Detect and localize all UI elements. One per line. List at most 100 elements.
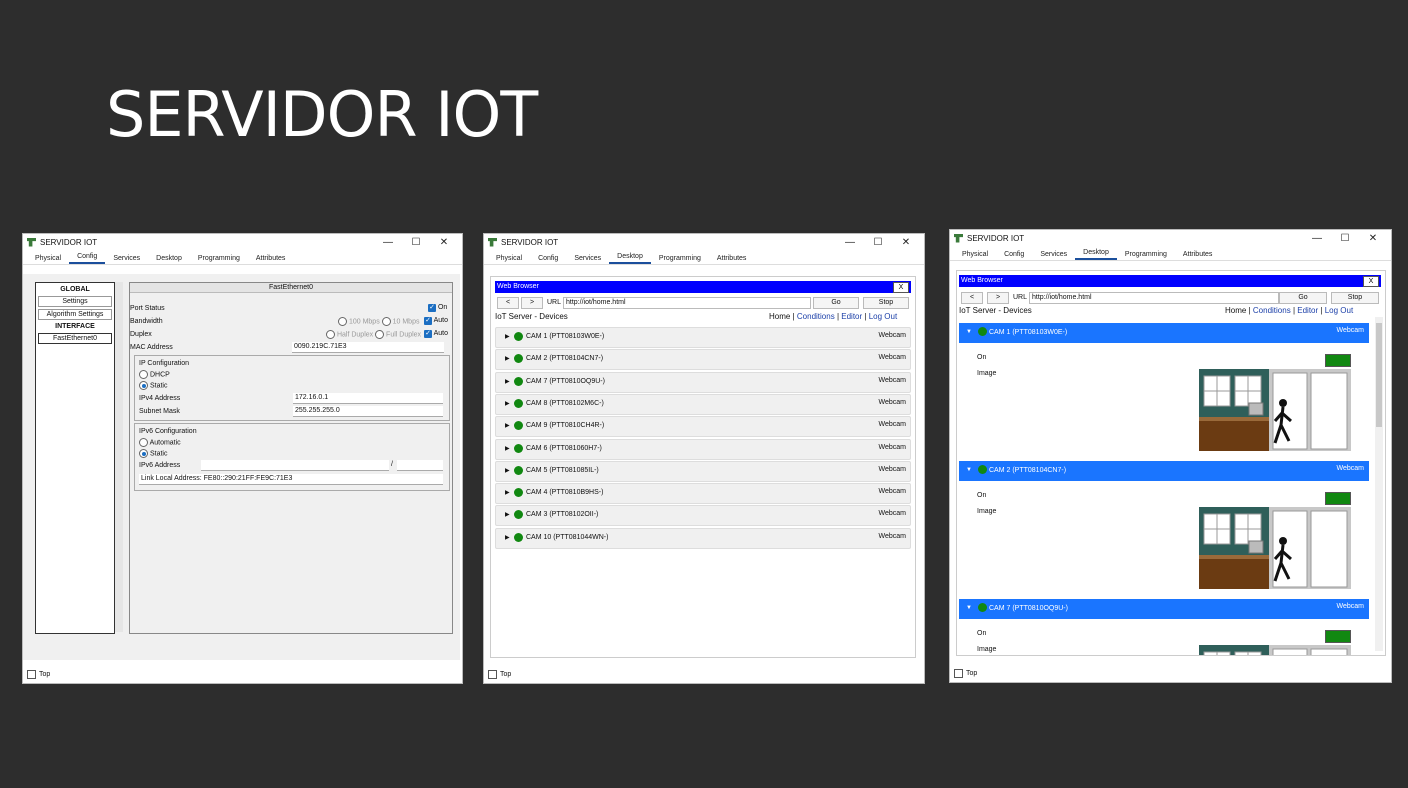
maximize-icon[interactable]: ☐ — [402, 237, 430, 248]
ipv6-automatic-radio[interactable]: Automatic — [139, 438, 181, 447]
expand-arrow-icon[interactable]: ▶ — [505, 400, 510, 407]
stop-button[interactable]: Stop — [863, 297, 909, 309]
expand-arrow-icon[interactable]: ▶ — [505, 534, 510, 541]
camera-name: CAM 9 (PTT0810CH4R-) — [526, 422, 605, 430]
tab-attributes[interactable]: Attributes — [1175, 251, 1221, 260]
go-button[interactable]: Go — [813, 297, 859, 309]
stop-button[interactable]: Stop — [1331, 292, 1379, 304]
mac-field[interactable]: 0090.219C.71E3 — [292, 342, 444, 353]
camera-row[interactable]: ▶ CAM 10 (PTT081044WN-) Webcam — [495, 527, 911, 549]
ipv6-address-field[interactable] — [201, 460, 389, 471]
minimize-icon[interactable]: — — [374, 237, 402, 248]
tab-attributes[interactable]: Attributes — [709, 255, 755, 264]
port-status-checkbox[interactable]: ✓ On — [428, 304, 447, 312]
camera-row[interactable]: ▶ CAM 9 (PTT0810CH4R-) Webcam — [495, 416, 911, 438]
expand-arrow-icon[interactable]: ▶ — [505, 511, 510, 518]
tab-config[interactable]: Config — [530, 255, 566, 264]
scrollbar-thumb[interactable] — [1376, 323, 1382, 427]
expand-arrow-icon[interactable]: ▶ — [505, 445, 510, 452]
tab-desktop[interactable]: Desktop — [148, 255, 190, 264]
tab-programming[interactable]: Programming — [651, 255, 709, 264]
minimize-icon[interactable]: — — [1303, 233, 1331, 244]
nav-logout[interactable]: Log Out — [869, 312, 897, 321]
camera-row[interactable]: ▶ CAM 7 (PTT0810OQ9U-) Webcam — [495, 371, 911, 393]
tree-algorithm-settings[interactable]: Algorithm Settings — [38, 309, 112, 320]
url-label: URL — [1013, 294, 1028, 301]
close-icon[interactable]: ✕ — [892, 237, 920, 248]
tab-programming[interactable]: Programming — [190, 255, 248, 264]
collapse-arrow-icon[interactable]: ▼ — [966, 329, 972, 335]
tree-fastethernet0[interactable]: FastEthernet0 — [38, 333, 112, 344]
tab-attributes[interactable]: Attributes — [248, 255, 294, 264]
tree-settings[interactable]: Settings — [38, 296, 112, 307]
tree-scrollbar[interactable] — [115, 282, 123, 632]
subnet-mask-field[interactable]: 255.255.255.0 — [293, 406, 443, 417]
camera-header[interactable]: ▼ CAM 7 (PTT0810OQ9U-) Webcam — [959, 599, 1369, 619]
camera-detail: On Image — [959, 481, 1369, 597]
expand-arrow-icon[interactable]: ▶ — [505, 489, 510, 496]
camera-row[interactable]: ▶ CAM 5 (PTT081085IL-) Webcam — [495, 460, 911, 482]
page-scrollbar[interactable] — [1375, 317, 1383, 651]
camera-header[interactable]: ▼ CAM 2 (PTT08104CN7-) Webcam — [959, 461, 1369, 481]
camera-row[interactable]: ▶ CAM 8 (PTT08102M6C-) Webcam — [495, 393, 911, 415]
tab-config[interactable]: Config — [996, 251, 1032, 260]
back-button[interactable]: < — [961, 292, 983, 304]
ipv6-static-radio[interactable]: Static — [139, 449, 167, 458]
nav-conditions[interactable]: Conditions — [797, 312, 835, 321]
top-checkbox[interactable]: Top — [488, 670, 511, 679]
tab-services[interactable]: Services — [566, 255, 609, 264]
camera-row[interactable]: ▶ CAM 2 (PTT08104CN7-) Webcam — [495, 349, 911, 371]
nav-editor[interactable]: Editor — [841, 312, 862, 321]
top-checkbox[interactable]: Top — [27, 670, 50, 679]
expand-arrow-icon[interactable]: ▶ — [505, 355, 510, 362]
url-input[interactable]: http://iot/home.html — [563, 297, 811, 309]
collapse-arrow-icon[interactable]: ▼ — [966, 605, 972, 611]
static-radio[interactable]: Static — [139, 381, 167, 390]
forward-button[interactable]: > — [521, 297, 543, 309]
go-button[interactable]: Go — [1279, 292, 1327, 304]
status-dot-icon — [514, 421, 523, 431]
tab-physical[interactable]: Physical — [488, 255, 530, 264]
tab-desktop[interactable]: Desktop — [1075, 249, 1117, 260]
camera-row[interactable]: ▶ CAM 3 (PTT08102OII-) Webcam — [495, 505, 911, 527]
tab-physical[interactable]: Physical — [954, 251, 996, 260]
camera-row[interactable]: ▶ CAM 6 (PTT081060H7-) Webcam — [495, 438, 911, 460]
bandwidth-auto-checkbox[interactable]: ✓ Auto — [424, 317, 448, 325]
tab-programming[interactable]: Programming — [1117, 251, 1175, 260]
close-icon[interactable]: ✕ — [430, 237, 458, 248]
tab-physical[interactable]: Physical — [27, 255, 69, 264]
nav-home[interactable]: Home — [769, 312, 790, 321]
close-icon[interactable]: ✕ — [1359, 233, 1387, 244]
url-input[interactable]: http://iot/home.html — [1029, 292, 1279, 304]
ipv4-field[interactable]: 172.16.0.1 — [293, 393, 443, 404]
camera-row[interactable]: ▶ CAM 4 (PTT0810B9HS-) Webcam — [495, 483, 911, 505]
dhcp-radio[interactable]: DHCP — [139, 370, 170, 379]
collapse-arrow-icon[interactable]: ▼ — [966, 467, 972, 473]
minimize-icon[interactable]: — — [836, 237, 864, 248]
expand-arrow-icon[interactable]: ▶ — [505, 422, 510, 429]
nav-home[interactable]: Home — [1225, 306, 1246, 315]
browser-close-button[interactable]: X — [893, 282, 909, 293]
ipv6-prefix-field[interactable] — [397, 460, 443, 471]
tab-services[interactable]: Services — [105, 255, 148, 264]
nav-conditions[interactable]: Conditions — [1253, 306, 1291, 315]
expand-arrow-icon[interactable]: ▶ — [505, 378, 510, 385]
nav-logout[interactable]: Log Out — [1325, 306, 1353, 315]
back-button[interactable]: < — [497, 297, 519, 309]
duplex-options[interactable]: Half Duplex Full Duplex — [326, 330, 421, 339]
expand-arrow-icon[interactable]: ▶ — [505, 333, 510, 340]
duplex-auto-checkbox[interactable]: ✓ Auto — [424, 330, 448, 338]
top-checkbox[interactable]: Top — [954, 669, 977, 678]
forward-button[interactable]: > — [987, 292, 1009, 304]
camera-row[interactable]: ▶ CAM 1 (PTT08103W0E-) Webcam — [495, 327, 911, 348]
maximize-icon[interactable]: ☐ — [1331, 233, 1359, 244]
nav-editor[interactable]: Editor — [1297, 306, 1318, 315]
maximize-icon[interactable]: ☐ — [864, 237, 892, 248]
tab-config[interactable]: Config — [69, 253, 106, 264]
bandwidth-options[interactable]: 100 Mbps 10 Mbps — [338, 317, 419, 326]
camera-header[interactable]: ▼ CAM 1 (PTT08103W0E-) Webcam — [959, 323, 1369, 343]
tab-services[interactable]: Services — [1032, 251, 1075, 260]
tab-desktop[interactable]: Desktop — [609, 253, 651, 264]
browser-close-button[interactable]: X — [1363, 276, 1379, 287]
expand-arrow-icon[interactable]: ▶ — [505, 467, 510, 474]
